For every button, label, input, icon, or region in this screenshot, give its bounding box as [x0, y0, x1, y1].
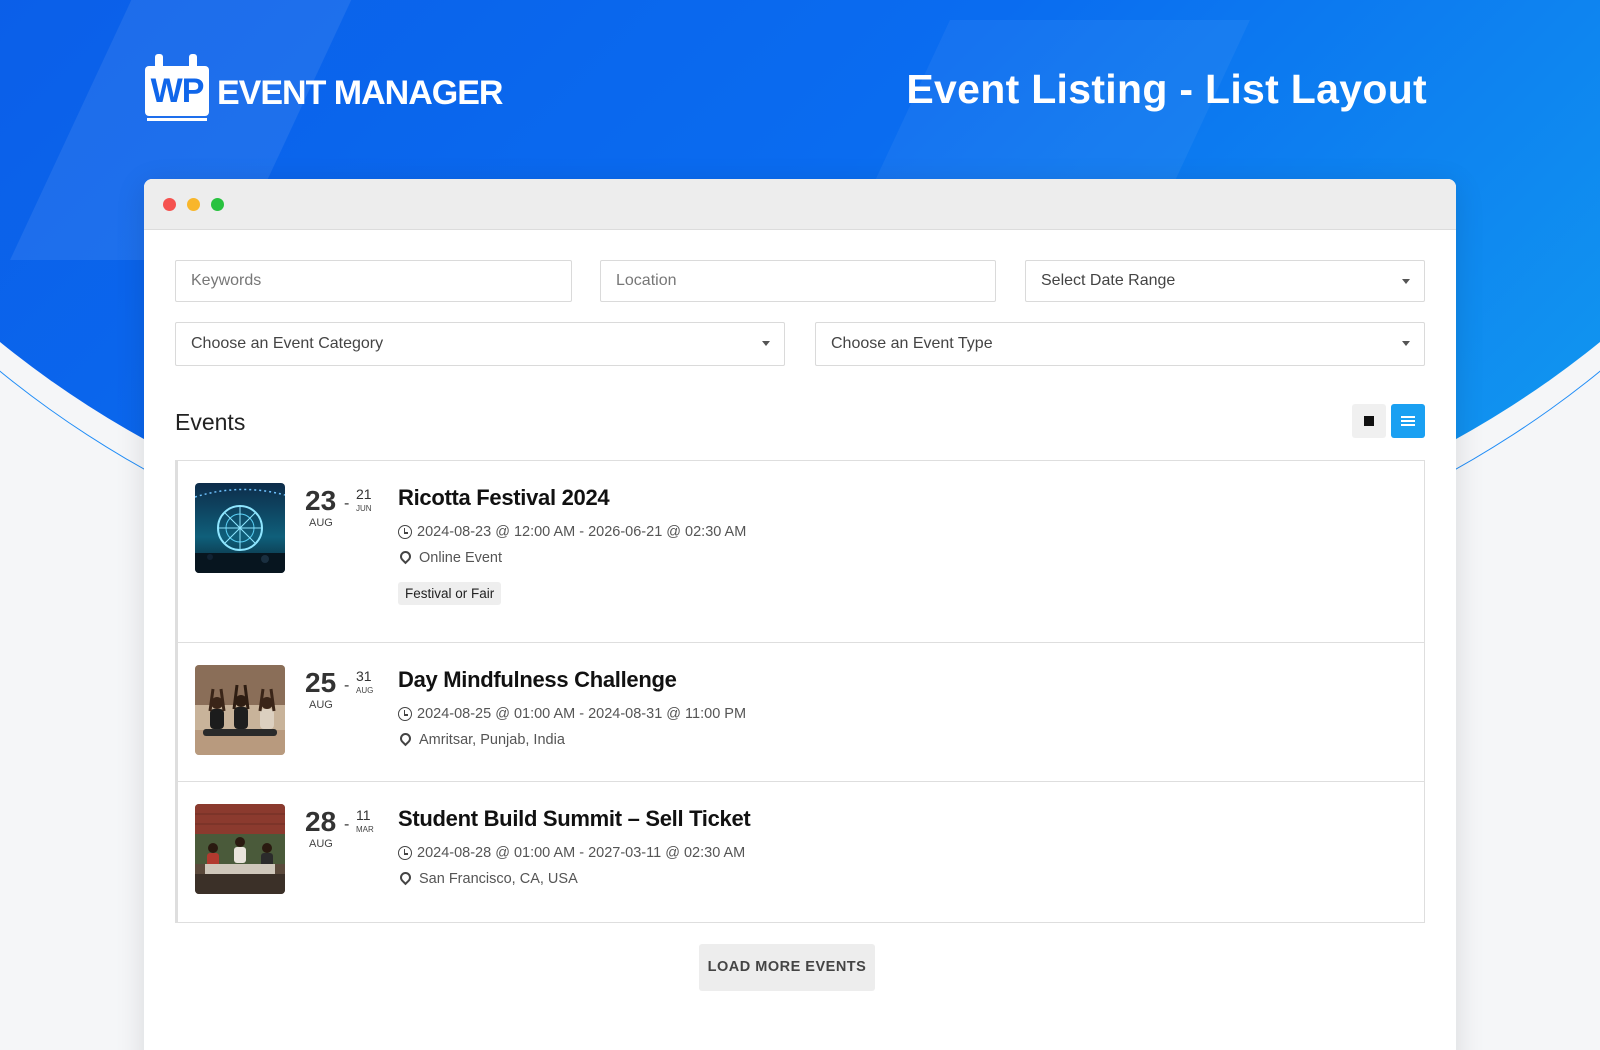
event-datetime-text: 2024-08-28 @ 01:00 AM - 2027-03-11 @ 02:…: [417, 845, 746, 861]
date-separator: -: [344, 495, 350, 512]
start-day: 28: [305, 806, 337, 837]
event-row[interactable]: 25 AUG - 31 AUG Day Mindfulness Challeng…: [178, 643, 1424, 782]
clock-icon: [398, 846, 412, 860]
list-icon: [1401, 416, 1415, 426]
event-type-value: Choose an Event Type: [831, 335, 993, 352]
event-info: Day Mindfulness Challenge 2024-08-25 @ 0…: [397, 667, 746, 748]
date-separator: -: [344, 816, 350, 833]
events-heading: Events: [175, 409, 246, 435]
event-info: Student Build Summit – Sell Ticket 2024-…: [397, 806, 751, 887]
browser-title-bar: [144, 179, 1456, 230]
map-pin-icon: [397, 548, 414, 565]
grid-view-button[interactable]: [1352, 404, 1386, 438]
event-row[interactable]: 23 AUG - 21 JUN Ricotta Festival 2024 20…: [178, 461, 1424, 643]
start-day: 23: [305, 485, 337, 516]
event-title[interactable]: Day Mindfulness Challenge: [398, 667, 746, 693]
start-month: AUG: [309, 699, 333, 711]
event-title[interactable]: Ricotta Festival 2024: [398, 485, 746, 511]
end-month: MAR: [356, 825, 374, 834]
chevron-down-icon: [1402, 279, 1410, 284]
list-view-button[interactable]: [1391, 404, 1425, 438]
logo-calendar-icon: WP: [143, 52, 211, 122]
event-location: Amritsar, Punjab, India: [397, 730, 746, 748]
start-day: 25: [305, 667, 337, 698]
event-type-tag[interactable]: Festival or Fair: [398, 582, 502, 605]
category-select[interactable]: Choose an Event Category: [175, 322, 785, 366]
minimize-window-dot[interactable]: [187, 198, 200, 211]
map-pin-icon: [397, 730, 414, 747]
event-location: San Francisco, CA, USA: [397, 869, 750, 887]
logo-mark-text: WP: [145, 66, 209, 116]
load-more-button[interactable]: LOAD MORE EVENTS: [699, 944, 875, 991]
event-location-text: Online Event: [419, 550, 503, 566]
location-input[interactable]: Location: [600, 260, 996, 302]
event-datetime: 2024-08-25 @ 01:00 AM - 2024-08-31 @ 11:…: [398, 706, 746, 722]
event-datetime: 2024-08-23 @ 12:00 AM - 2026-06-21 @ 02:…: [398, 524, 746, 540]
start-month: AUG: [309, 838, 333, 850]
date-range-value: Select Date Range: [1041, 272, 1176, 289]
date-range-select[interactable]: Select Date Range: [1025, 260, 1425, 302]
grid-icon: [1364, 416, 1374, 426]
event-thumbnail[interactable]: [195, 804, 285, 894]
end-day: 21: [356, 486, 372, 502]
event-list: 23 AUG - 21 JUN Ricotta Festival 2024 20…: [175, 460, 1425, 923]
keywords-input[interactable]: Keywords: [175, 260, 572, 302]
event-location-text: San Francisco, CA, USA: [419, 871, 578, 887]
maximize-window-dot[interactable]: [211, 198, 224, 211]
event-type-select[interactable]: Choose an Event Type: [815, 322, 1425, 366]
clock-icon: [398, 525, 412, 539]
end-day: 31: [356, 668, 372, 684]
browser-window: Keywords Location Select Date Range Choo…: [144, 179, 1456, 1050]
date-separator: -: [344, 677, 350, 694]
event-location: Online Event: [397, 548, 746, 566]
event-location-text: Amritsar, Punjab, India: [419, 732, 565, 748]
event-datetime-text: 2024-08-23 @ 12:00 AM - 2026-06-21 @ 02:…: [417, 524, 747, 540]
chevron-down-icon: [1402, 341, 1410, 346]
logo-base-line: [147, 118, 207, 121]
start-month: AUG: [309, 517, 333, 529]
event-thumbnail[interactable]: [195, 665, 285, 755]
event-datetime-text: 2024-08-25 @ 01:00 AM - 2024-08-31 @ 11:…: [417, 706, 747, 722]
layout-toggle: [1352, 404, 1425, 438]
event-datetime: 2024-08-28 @ 01:00 AM - 2027-03-11 @ 02:…: [398, 845, 750, 861]
end-day: 11: [356, 807, 371, 823]
chevron-down-icon: [762, 341, 770, 346]
page-title: Event Listing - List Layout: [906, 66, 1427, 112]
category-value: Choose an Event Category: [191, 335, 384, 352]
close-window-dot[interactable]: [163, 198, 176, 211]
end-month: AUG: [356, 686, 374, 695]
event-row[interactable]: 28 AUG - 11 MAR Student Build Summit – S…: [178, 782, 1424, 922]
event-thumbnail[interactable]: [195, 483, 285, 573]
logo-text: EVENT MANAGER: [217, 74, 503, 112]
event-title[interactable]: Student Build Summit – Sell Ticket: [398, 806, 751, 832]
end-month: JUN: [356, 504, 372, 513]
map-pin-icon: [397, 869, 414, 886]
clock-icon: [398, 707, 412, 721]
brand-logo[interactable]: WP EVENT MANAGER: [143, 52, 503, 122]
event-info: Ricotta Festival 2024 2024-08-23 @ 12:00…: [397, 485, 746, 605]
